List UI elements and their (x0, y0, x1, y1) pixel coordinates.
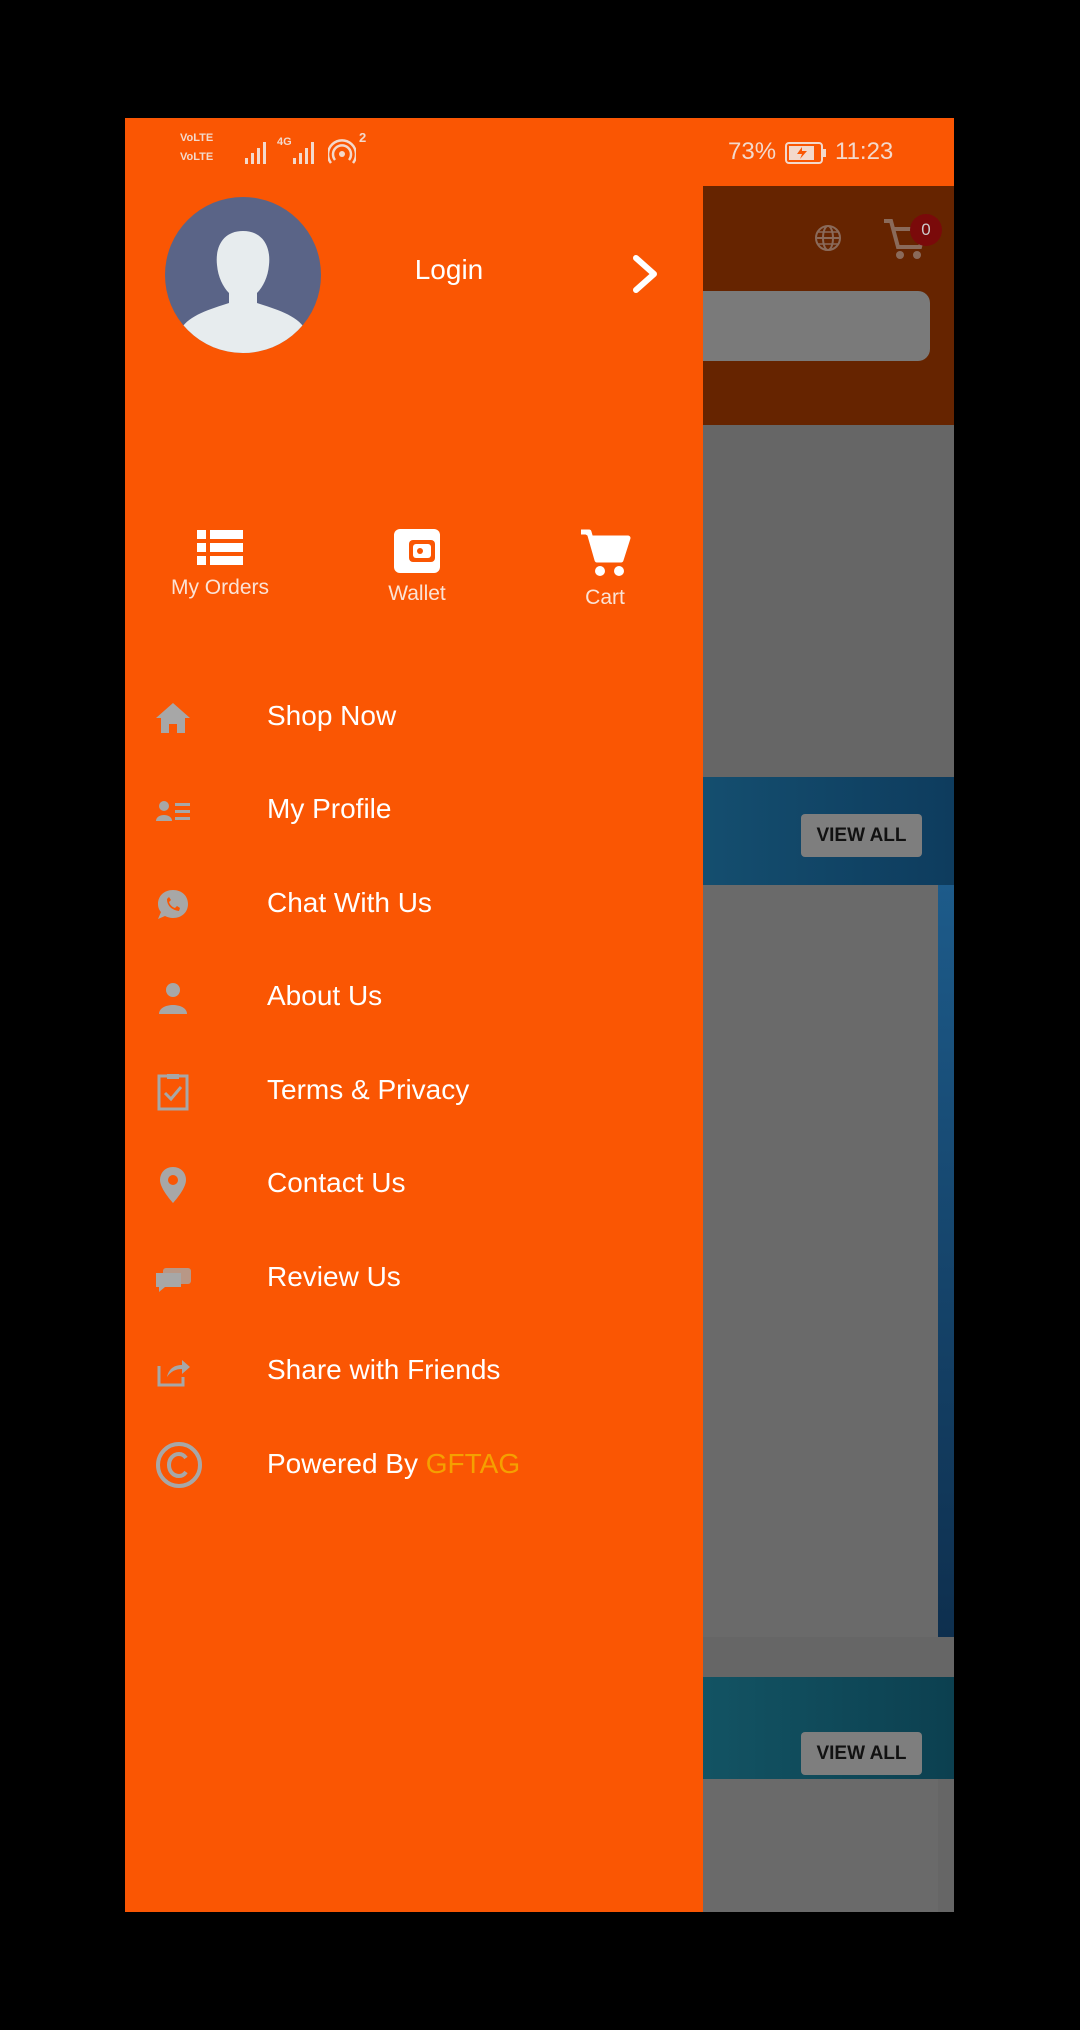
menu-item-review-us[interactable]: Review Us (125, 1239, 703, 1319)
chat-bubbles-icon (156, 1268, 191, 1292)
background-product-card (685, 1779, 938, 1912)
wallet-icon (394, 529, 440, 573)
hotspot-count: 2 (359, 130, 367, 145)
menu-item-label: Review Us (267, 1261, 401, 1292)
menu-item-label: Shop Now (267, 700, 397, 731)
person-icon (159, 983, 187, 1014)
menu-item-label: Contact Us (267, 1167, 406, 1198)
profile-card-icon (156, 801, 190, 821)
hotspot-icon (328, 139, 356, 164)
chevron-right-icon[interactable] (628, 252, 662, 296)
menu-item-about-us[interactable]: About Us (125, 958, 703, 1038)
navigation-drawer: Login My Orders Wallet Cart Shop Now My … (125, 118, 703, 1912)
brand-link[interactable]: GFTAG (426, 1448, 520, 1479)
menu-item-label: My Profile (267, 793, 392, 824)
sim1-volte: VoLTE (180, 132, 214, 144)
quick-action-wallet[interactable]: Wallet (342, 528, 492, 606)
menu-item-label: About Us (267, 980, 383, 1011)
share-icon (157, 1360, 190, 1387)
signal-icon (293, 142, 314, 164)
cart-count-badge: 0 (910, 214, 942, 246)
list-icon (197, 530, 243, 565)
globe-icon (815, 225, 841, 251)
menu-item-label: Terms & Privacy (267, 1074, 470, 1105)
background-product-card (685, 885, 938, 1637)
quick-action-label: Cart (585, 586, 625, 609)
quick-action-label: My Orders (170, 576, 269, 599)
phone-screen: 0 VIEW ALL VIEW ALL Login My Orders Wall… (125, 118, 954, 1912)
copyright-icon (156, 1442, 202, 1488)
powered-by-label: Powered By GFTAG (267, 1448, 520, 1480)
avatar[interactable] (165, 197, 321, 353)
menu-item-chat-with-us[interactable]: Chat With Us (125, 865, 703, 945)
quick-action-cart[interactable]: Cart (530, 528, 680, 610)
sim2-volte: VoLTE (180, 151, 214, 163)
background-card-edge (938, 885, 954, 1637)
location-pin-icon (160, 1167, 186, 1203)
user-silhouette-icon (181, 231, 305, 353)
battery-percent: 73% (728, 138, 777, 165)
menu-item-my-profile[interactable]: My Profile (125, 771, 703, 851)
powered-by-prefix: Powered By (267, 1448, 426, 1479)
menu-item-label: Share with Friends (267, 1354, 501, 1385)
powered-by: Powered By GFTAG (125, 1426, 703, 1506)
quick-action-my-orders[interactable]: My Orders (145, 528, 295, 600)
clock: 11:23 (835, 138, 894, 165)
signal-icon (245, 142, 266, 164)
home-icon (156, 703, 190, 733)
view-all-button[interactable]: VIEW ALL (801, 814, 922, 857)
login-link[interactable]: Login (365, 254, 533, 286)
clipboard-check-icon (157, 1074, 189, 1111)
menu-item-contact-us[interactable]: Contact Us (125, 1145, 703, 1225)
status-bar: VoLTE VoLTE 4G 2 73% 11:23 (125, 118, 954, 186)
menu-item-label: Chat With Us (267, 887, 432, 918)
battery-charging-icon (785, 142, 826, 164)
menu-item-shop-now[interactable]: Shop Now (125, 678, 703, 758)
menu-item-terms-privacy[interactable]: Terms & Privacy (125, 1052, 703, 1132)
whatsapp-icon (158, 890, 188, 919)
view-all-button[interactable]: VIEW ALL (801, 1732, 922, 1775)
cart-icon (581, 529, 631, 576)
quick-action-label: Wallet (388, 582, 446, 605)
network-type: 4G (277, 136, 292, 148)
menu-item-share-with-friends[interactable]: Share with Friends (125, 1332, 703, 1412)
